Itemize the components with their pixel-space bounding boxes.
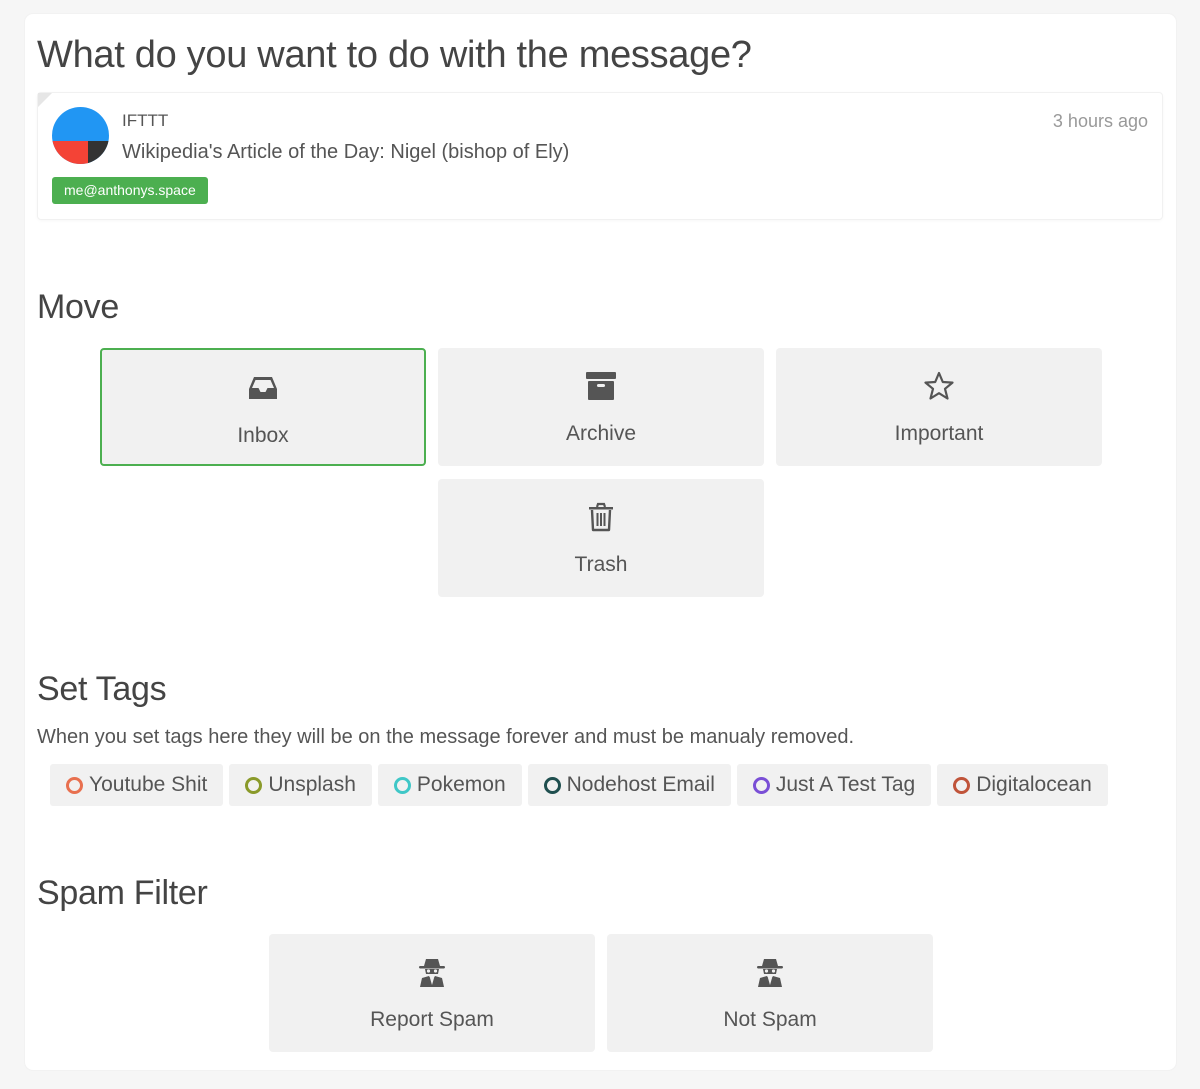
tag-unsplash[interactable]: Unsplash	[229, 764, 372, 806]
tag-label: Nodehost Email	[566, 773, 715, 796]
ifttt-logo-icon	[52, 107, 109, 164]
tag-digitalocean[interactable]: Digitalocean	[937, 764, 1108, 806]
move-inbox-button[interactable]: Inbox	[100, 348, 426, 466]
tag-color-dot	[953, 776, 971, 794]
tag-youtube-shit[interactable]: Youtube Shit	[50, 764, 224, 806]
message-subject: Wikipedia's Article of the Day: Nigel (b…	[122, 141, 570, 163]
inbox-label: Inbox	[237, 424, 289, 447]
page-title: What do you want to do with the message?	[37, 34, 752, 76]
spy-icon	[754, 956, 786, 988]
spam-section-title: Spam Filter	[37, 874, 208, 912]
message-action-panel: What do you want to do with the message?…	[25, 14, 1176, 1070]
report-spam-label: Report Spam	[370, 1008, 494, 1031]
trash-label: Trash	[574, 553, 628, 576]
move-trash-button[interactable]: Trash	[438, 479, 764, 597]
message-preview-card[interactable]: IFTTT Wikipedia's Article of the Day: Ni…	[37, 92, 1163, 220]
tag-label: Pokemon	[416, 773, 506, 796]
inbox-icon	[247, 372, 279, 404]
not-spam-button[interactable]: Not Spam	[607, 934, 933, 1052]
tag-color-dot	[543, 776, 561, 794]
tags-description: When you set tags here they will be on t…	[37, 726, 855, 748]
report-spam-button[interactable]: Report Spam	[269, 934, 595, 1052]
tag-color-dot	[245, 776, 263, 794]
important-label: Important	[894, 422, 984, 445]
tag-color-dot	[66, 776, 83, 794]
archive-icon	[585, 370, 617, 402]
tag-color-dot	[393, 776, 411, 794]
tag-just-a-test-tag[interactable]: Just A Test Tag	[736, 764, 932, 806]
tag-list: Youtube Shit Unsplash Pokemon Nodehost E…	[50, 764, 1108, 806]
tag-nodehost-email[interactable]: Nodehost Email	[527, 764, 731, 806]
not-spam-label: Not Spam	[723, 1008, 817, 1031]
tag-color-dot	[752, 776, 770, 794]
tags-section-title: Set Tags	[37, 670, 167, 708]
message-sender: IFTTT	[122, 111, 169, 130]
tag-label: Youtube Shit	[89, 773, 208, 796]
trash-icon	[585, 501, 617, 533]
move-section-title: Move	[37, 288, 119, 326]
move-important-button[interactable]: Important	[776, 348, 1102, 466]
tag-label: Digitalocean	[976, 773, 1092, 796]
corner-fold-decoration	[38, 93, 52, 107]
tag-label: Just A Test Tag	[775, 773, 916, 796]
star-icon	[923, 370, 955, 402]
spy-icon	[416, 956, 448, 988]
archive-label: Archive	[565, 422, 637, 445]
account-badge: me@anthonys.space	[52, 177, 208, 204]
tag-label: Unsplash	[268, 773, 356, 796]
move-archive-button[interactable]: Archive	[438, 348, 764, 466]
tag-pokemon[interactable]: Pokemon	[377, 764, 522, 806]
message-timestamp: 3 hours ago	[1052, 111, 1148, 131]
